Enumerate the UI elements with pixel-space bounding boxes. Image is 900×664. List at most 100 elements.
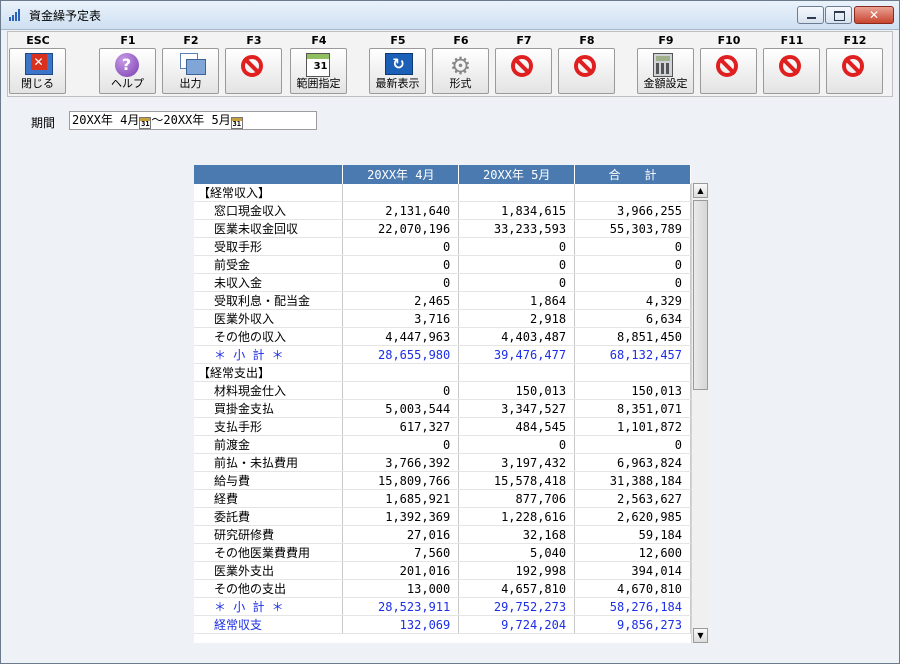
title-bar[interactable]: 資金繰予定表 ✕ xyxy=(1,1,899,30)
cell-total: 9,856,273 xyxy=(574,615,691,634)
refresh-icon: ↻ xyxy=(384,53,413,77)
cashflow-grid[interactable]: 20XX年 4月 20XX年 5月 合 計 【経常収入】 窓口現金収入 2,131,… xyxy=(194,165,691,643)
maximize-button[interactable] xyxy=(825,6,852,24)
table-row[interactable]: 給与費 15,809,766 15,578,418 31,388,184 xyxy=(194,471,691,490)
calendar-icon[interactable]: 31 xyxy=(139,117,152,129)
table-row[interactable]: 受取利息・配当金 2,465 1,864 4,329 xyxy=(194,291,691,310)
cell-total: 68,132,457 xyxy=(574,345,691,364)
close-window-button[interactable]: ✕ xyxy=(854,6,894,24)
cell-total: 8,851,450 xyxy=(574,327,691,346)
table-row[interactable]: その他の収入 4,447,963 4,403,487 8,851,450 xyxy=(194,327,691,346)
period-label: 期間 xyxy=(31,116,56,130)
section-row[interactable]: 【経常支出】 xyxy=(194,363,691,382)
table-row[interactable]: 経費 1,685,921 877,706 2,563,627 xyxy=(194,489,691,508)
toolbar-slot-esc: ESC 閉じる xyxy=(8,32,68,96)
cell-may: 1,228,616 xyxy=(458,507,576,526)
toolbar-button-f5[interactable]: ↻ 最新表示 xyxy=(369,48,426,94)
subtotal-row[interactable]: ＊ 小 計 ＊ 28,523,911 29,752,273 58,276,184 xyxy=(194,597,691,616)
cell-april: 0 xyxy=(342,237,460,256)
function-key-label: F12 xyxy=(843,34,867,47)
row-label: 経常収支 xyxy=(194,615,344,634)
row-label: その他医業費費用 xyxy=(194,543,344,562)
cell-april: 0 xyxy=(342,255,460,274)
table-row[interactable]: 前払・未払費用 3,766,392 3,197,432 6,963,824 xyxy=(194,453,691,472)
table-row[interactable]: 医業未収金回収 22,070,196 33,233,593 55,303,789 xyxy=(194,219,691,238)
toolbar-button-f9[interactable]: 金額設定 xyxy=(637,48,694,94)
toolbar-button-f11[interactable] xyxy=(763,48,820,94)
table-row[interactable]: その他の支出 13,000 4,657,810 4,670,810 xyxy=(194,579,691,598)
cell-total: 31,388,184 xyxy=(574,471,691,490)
table-row[interactable]: 支払手形 617,327 484,545 1,101,872 xyxy=(194,417,691,436)
table-row[interactable]: 医業外支出 201,016 192,998 394,014 xyxy=(194,561,691,580)
toolbar-slot-f4: F4 31 範囲指定 xyxy=(289,32,349,96)
table-row[interactable]: 前受金 0 0 0 xyxy=(194,255,691,274)
table-row[interactable]: その他医業費費用 7,560 5,040 12,600 xyxy=(194,543,691,562)
vertical-scrollbar[interactable]: ▲ ▼ xyxy=(691,183,709,643)
row-label: 医業外支出 xyxy=(194,561,344,580)
row-label: 給与費 xyxy=(194,471,344,490)
minimize-icon xyxy=(807,17,816,19)
toolbar-button-f8[interactable] xyxy=(558,48,615,94)
app-window: 資金繰予定表 ✕ ESC閉じるF1?ヘルプF2出力F3F431範囲指定F5↻最新… xyxy=(0,0,900,664)
row-label: 【経常収入】 xyxy=(194,184,344,202)
toolbar-button-f3[interactable] xyxy=(225,48,282,94)
row-label: その他の収入 xyxy=(194,327,344,346)
toolbar-button-f1[interactable]: ? ヘルプ xyxy=(99,48,156,94)
toolbar-button-f7[interactable] xyxy=(495,48,552,94)
scrollbar-thumb[interactable] xyxy=(693,200,708,390)
column-header-may: 20XX年 5月 xyxy=(458,165,576,184)
cell-total xyxy=(574,184,691,202)
table-row[interactable]: 前渡金 0 0 0 xyxy=(194,435,691,454)
cell-may: 1,834,615 xyxy=(458,201,576,220)
maximize-icon xyxy=(834,11,845,21)
section-row[interactable]: 【経常収入】 xyxy=(194,184,691,202)
row-label: 受取利息・配当金 xyxy=(194,291,344,310)
toolbar-button-f4[interactable]: 31 範囲指定 xyxy=(290,48,347,94)
subtotal-row[interactable]: ＊ 小 計 ＊ 28,655,980 39,476,477 68,132,457 xyxy=(194,345,691,364)
scroll-down-arrow-icon[interactable]: ▼ xyxy=(693,628,708,643)
cell-may: 0 xyxy=(458,435,576,454)
toolbar-button-esc[interactable]: 閉じる xyxy=(9,48,66,94)
app-chart-icon xyxy=(9,9,23,21)
toolbar-button-f2[interactable]: 出力 xyxy=(162,48,219,94)
scroll-up-arrow-icon[interactable]: ▲ xyxy=(693,183,708,198)
table-row[interactable]: 窓口現金収入 2,131,640 1,834,615 3,966,255 xyxy=(194,201,691,220)
cell-may: 29,752,273 xyxy=(458,597,576,616)
function-key-label: F6 xyxy=(453,34,469,47)
table-row[interactable]: 材料現金仕入 0 150,013 150,013 xyxy=(194,381,691,400)
row-label: 研究研修費 xyxy=(194,525,344,544)
cell-may xyxy=(458,184,576,202)
table-row[interactable]: 委託費 1,392,369 1,228,616 2,620,985 xyxy=(194,507,691,526)
cell-may: 1,864 xyxy=(458,291,576,310)
table-row[interactable]: 買掛金支払 5,003,544 3,347,527 8,351,071 xyxy=(194,399,691,418)
cell-april xyxy=(342,363,460,382)
cell-may: 0 xyxy=(458,273,576,292)
close-icon: ✕ xyxy=(868,8,880,22)
table-row[interactable]: 医業外収入 3,716 2,918 6,634 xyxy=(194,309,691,328)
calendar-icon[interactable]: 31 xyxy=(230,117,243,129)
column-header-april: 20XX年 4月 xyxy=(342,165,460,184)
cell-april: 28,655,980 xyxy=(342,345,460,364)
cell-may: 15,578,418 xyxy=(458,471,576,490)
toolbar-slot-f6: F6 ⚙ 形式 xyxy=(431,32,491,96)
cell-april: 28,523,911 xyxy=(342,597,460,616)
minimize-button[interactable] xyxy=(797,6,824,24)
toolbar-button-f10[interactable] xyxy=(700,48,757,94)
cell-may: 4,403,487 xyxy=(458,327,576,346)
row-label: 受取手形 xyxy=(194,237,344,256)
period-from[interactable]: 20XX年 4月 xyxy=(72,113,139,127)
cell-may: 4,657,810 xyxy=(458,579,576,598)
subtotal-row[interactable]: 経常収支 132,069 9,724,204 9,856,273 xyxy=(194,615,691,634)
period-range-input[interactable]: 20XX年 4月 31 ～20XX年 5月 31 xyxy=(69,111,317,130)
cell-april: 2,465 xyxy=(342,291,460,310)
cell-april: 3,716 xyxy=(342,309,460,328)
table-row[interactable]: 未収入金 0 0 0 xyxy=(194,273,691,292)
table-row[interactable]: 受取手形 0 0 0 xyxy=(194,237,691,256)
period-to[interactable]: 20XX年 5月 xyxy=(163,113,230,127)
toolbar-button-f12[interactable] xyxy=(826,48,883,94)
table-row[interactable]: 研究研修費 27,016 32,168 59,184 xyxy=(194,525,691,544)
toolbar-button-f6[interactable]: ⚙ 形式 xyxy=(432,48,489,94)
cell-may: 32,168 xyxy=(458,525,576,544)
row-label: ＊ 小 計 ＊ xyxy=(194,597,344,616)
cell-total: 0 xyxy=(574,273,691,292)
